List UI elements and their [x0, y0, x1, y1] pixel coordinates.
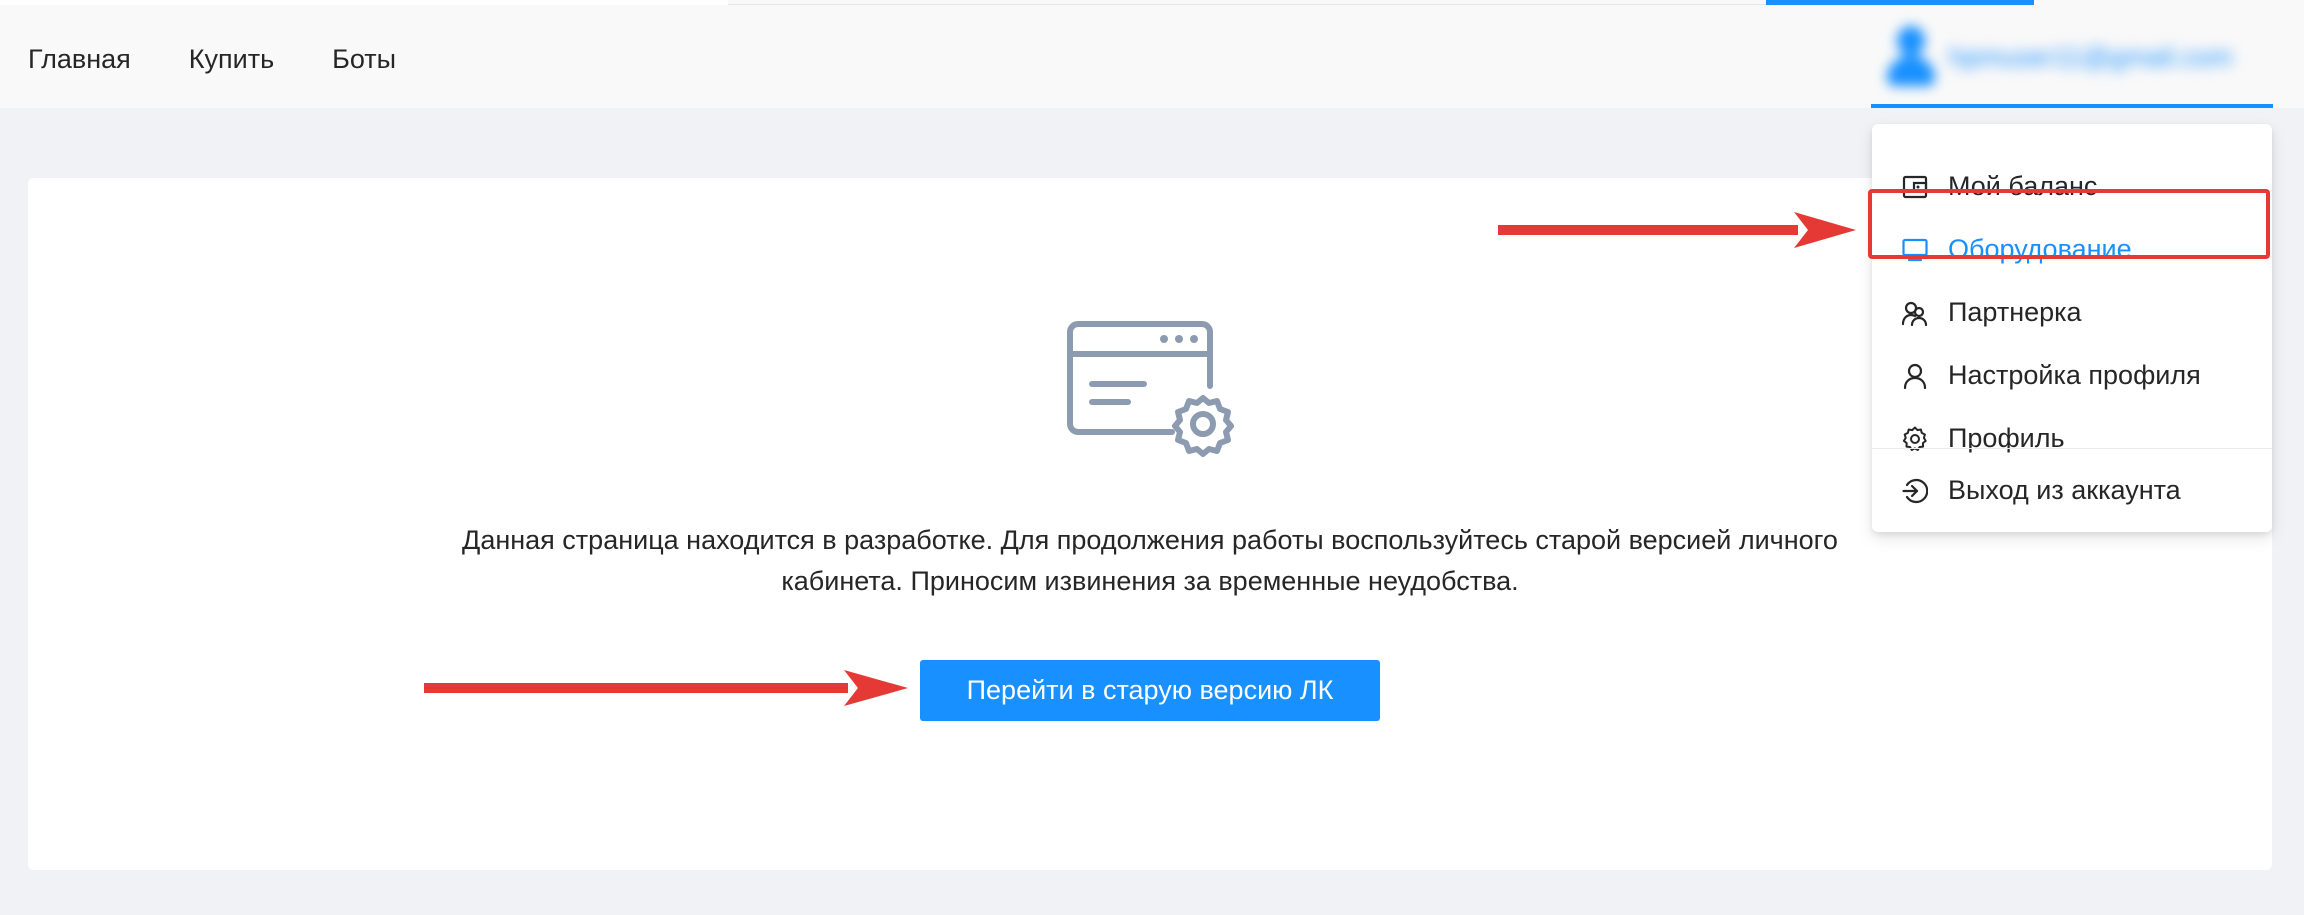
- user-menu-trigger[interactable]: hpmuser11@gmail.com: [1871, 18, 2273, 108]
- development-notice: Данная страница находится в разработке. …: [400, 520, 1900, 602]
- user-email: hpmuser11@gmail.com: [1949, 42, 2233, 72]
- development-notice-line-1: Данная страница находится в разработке. …: [462, 525, 1838, 555]
- active-tab-indicator: [1766, 0, 2034, 5]
- logout-icon: [1902, 478, 1928, 504]
- menu-item-equipment[interactable]: Оборудование: [1872, 218, 2272, 280]
- menu-item-profile-settings[interactable]: Настройка профиля: [1872, 344, 2272, 406]
- avatar: [1883, 26, 1939, 90]
- monitor-icon: [1902, 238, 1928, 262]
- nav-item-home[interactable]: Главная: [28, 40, 131, 78]
- menu-item-logout-label: Выход из аккаунта: [1948, 475, 2181, 505]
- menu-item-profile-settings-label: Настройка профиля: [1948, 360, 2201, 390]
- user-icon: [1903, 363, 1927, 389]
- menu-divider: [1872, 448, 2272, 449]
- partners-icon: [1902, 301, 1928, 326]
- menu-item-balance-label: Мой баланс: [1948, 171, 2098, 201]
- menu-item-equipment-label: Оборудование: [1948, 234, 2132, 264]
- nav-item-bots[interactable]: Боты: [332, 40, 396, 78]
- main-nav: Главная Купить Боты: [28, 40, 454, 78]
- menu-item-logout[interactable]: Выход из аккаунта: [1872, 459, 2272, 521]
- menu-item-partners-label: Партнерка: [1948, 297, 2082, 327]
- nav-item-buy[interactable]: Купить: [189, 40, 274, 78]
- menu-item-partners[interactable]: Партнерка: [1872, 281, 2272, 343]
- browser-settings-icon: [1067, 321, 1234, 457]
- development-notice-line-2: кабинета. Приносим извинения за временны…: [781, 566, 1519, 596]
- user-dropdown-menu: Мой баланс Оборудование Партнерка Настро…: [1872, 124, 2272, 532]
- top-header: Главная Купить Боты hpmuser11@gmail.com: [0, 0, 2304, 108]
- menu-item-balance[interactable]: Мой баланс: [1872, 155, 2272, 217]
- header-top-strip: [0, 0, 728, 5]
- menu-item-profile-label: Профиль: [1948, 423, 2065, 453]
- header-top-divider: [728, 4, 1768, 5]
- old-version-button[interactable]: Перейти в старую версию ЛК: [920, 660, 1380, 721]
- wallet-icon: [1902, 175, 1928, 199]
